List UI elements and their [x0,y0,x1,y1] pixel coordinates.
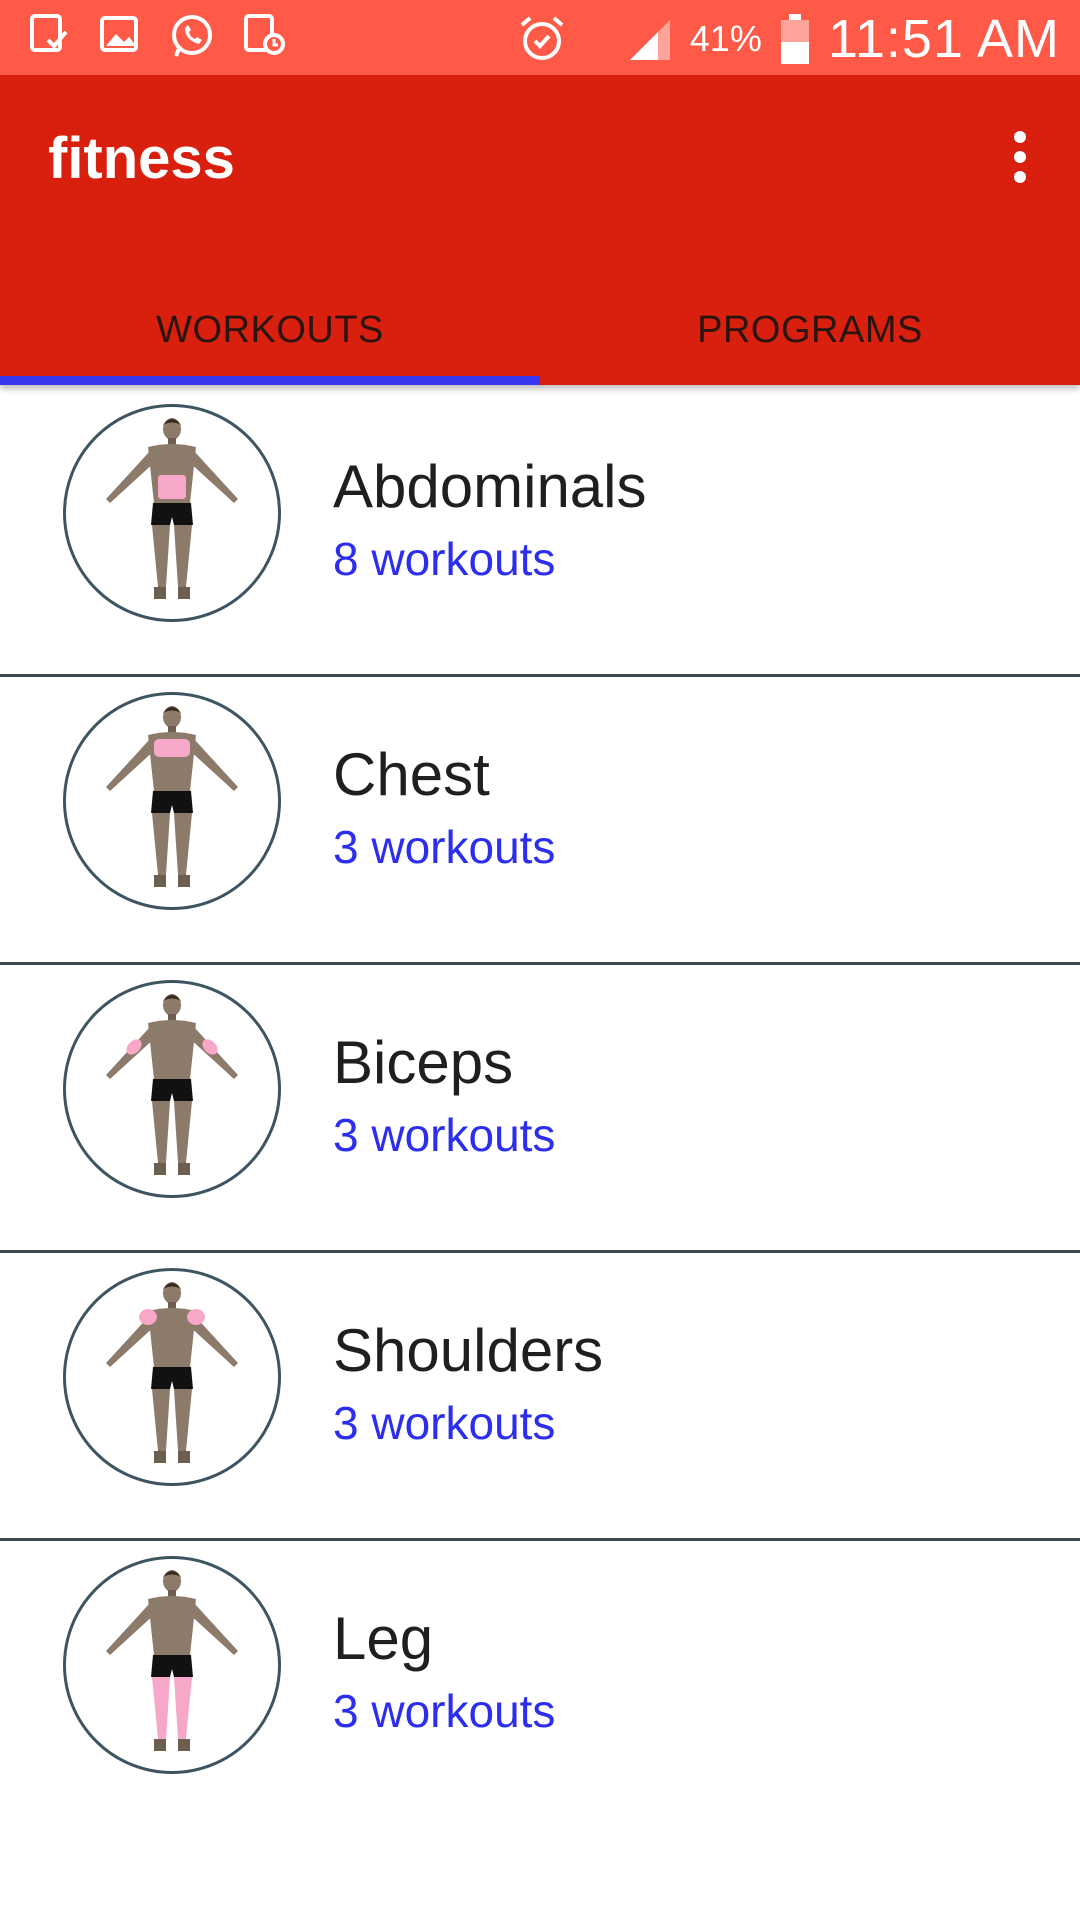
alarm-icon [516,13,568,65]
image-icon [98,12,142,60]
app-bar: fitness WORKOUTS PROGRAMS [0,75,1080,385]
body-figure-avatar [63,1268,281,1486]
tab-workouts[interactable]: WORKOUTS [0,275,540,385]
body-figure-avatar [63,980,281,1198]
list-item[interactable]: Chest 3 workouts [0,676,1080,965]
body-figure-avatar [63,1556,281,1774]
clipboard-check-icon [28,12,72,60]
list-item[interactable]: Shoulders 3 workouts [0,1252,1080,1541]
app-title: fitness [48,126,235,191]
tab-indicator [0,376,540,385]
workout-title: Shoulders [333,1317,604,1384]
list-item[interactable]: Abdominals 8 workouts [0,388,1080,677]
clock: 11:51 AM [827,9,1060,69]
body-figure-avatar [63,404,281,622]
overflow-menu-icon[interactable] [990,127,1050,187]
status-bar: 41% 11:51 AM [0,0,1080,75]
battery-icon [778,12,812,66]
workout-title: Abdominals [333,453,647,520]
notification-icons [28,12,286,60]
workout-count: 3 workouts [333,821,556,873]
tab-programs[interactable]: PROGRAMS [540,275,1080,385]
workout-count: 3 workouts [333,1685,556,1737]
signal-icon [624,14,674,64]
battery-percent: 41% [689,18,762,59]
list-item[interactable]: Leg 3 workouts [0,1540,1080,1826]
list-item[interactable]: Biceps 3 workouts [0,964,1080,1253]
workout-count: 3 workouts [333,1109,556,1161]
workout-title: Leg [333,1605,434,1672]
whatsapp-icon [168,12,216,60]
workout-title: Chest [333,741,490,808]
system-status: 41% 11:51 AM [516,8,1060,70]
workout-count: 8 workouts [333,533,556,585]
workout-count: 3 workouts [333,1397,556,1449]
body-figure-avatar [63,692,281,910]
tab-bar: WORKOUTS PROGRAMS [0,275,1080,385]
workout-title: Biceps [333,1029,514,1096]
schedule-icon [242,12,286,60]
